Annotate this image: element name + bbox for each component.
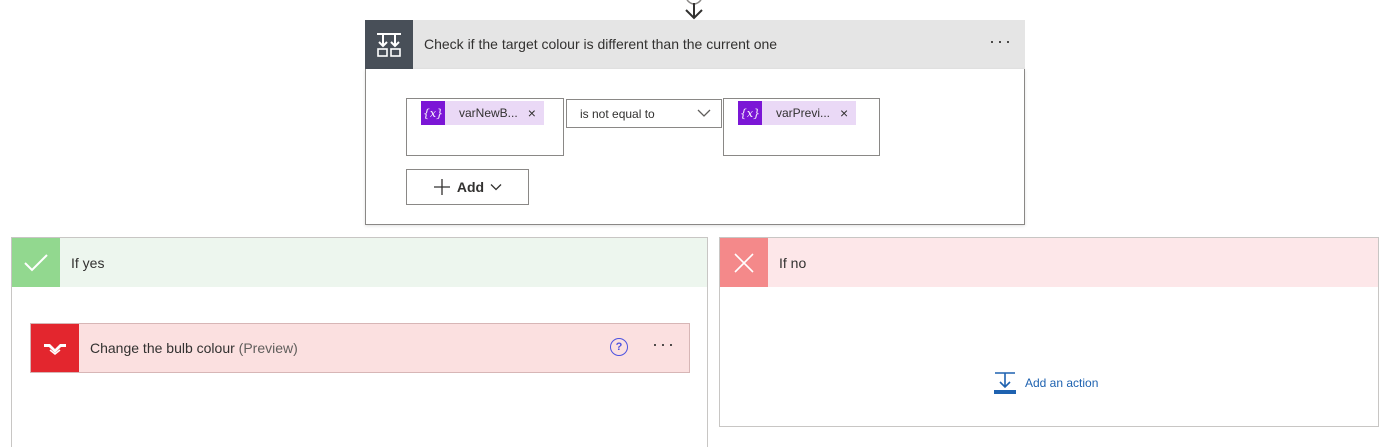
chevron-down-icon (697, 106, 711, 123)
close-icon (720, 238, 768, 287)
action-title-text: Change the bulb colour (90, 340, 235, 356)
variable-icon: {x} (738, 101, 762, 125)
right-operand-field[interactable]: {x} varPrevi... × (723, 98, 880, 156)
branch-no-header[interactable]: If no (720, 238, 1378, 287)
branch-yes-header[interactable]: If yes (12, 238, 707, 287)
add-action-icon (994, 372, 1016, 394)
branch-no-title: If no (779, 255, 807, 271)
arrow-down-icon (680, 0, 708, 20)
operator-value: is not equal to (580, 107, 655, 121)
variable-icon: {x} (421, 101, 445, 125)
yeelight-logo-icon (31, 324, 79, 372)
action-title: Change the bulb colour (Preview) (90, 340, 298, 356)
add-an-action-link[interactable]: Add an action (993, 371, 1098, 395)
add-row-button[interactable]: Add (406, 169, 529, 205)
remove-token-icon[interactable]: × (836, 105, 856, 121)
condition-card: Check if the target colour is different … (365, 20, 1025, 225)
variable-token-label: varPrevi... (776, 106, 831, 120)
variable-token-label: varNewB... (459, 106, 518, 120)
more-options-icon[interactable]: ··· (989, 31, 1013, 52)
condition-icon (365, 20, 413, 69)
action-preview-tag: (Preview) (238, 340, 298, 356)
add-an-action-label: Add an action (1025, 376, 1099, 390)
condition-header[interactable]: Check if the target colour is different … (365, 20, 1025, 69)
operator-select[interactable]: is not equal to (566, 99, 722, 128)
branch-yes-title: If yes (71, 255, 105, 271)
checkmark-icon (12, 238, 60, 287)
chevron-down-icon (490, 184, 502, 191)
remove-token-icon[interactable]: × (524, 105, 544, 121)
more-options-icon[interactable]: ··· (652, 334, 676, 355)
plus-icon (433, 179, 450, 195)
condition-body: {x} varNewB... × is not equal to {x} var… (365, 69, 1025, 225)
branch-if-yes: If yes Change the bulb colour (Preview) … (11, 237, 708, 447)
variable-token-right[interactable]: {x} varPrevi... × (738, 101, 857, 125)
variable-token-left[interactable]: {x} varNewB... × (421, 101, 544, 125)
condition-title: Check if the target colour is different … (424, 36, 778, 52)
action-card[interactable]: Change the bulb colour (Preview) ? ··· (30, 323, 690, 373)
help-icon[interactable]: ? (610, 338, 628, 356)
left-operand-field[interactable]: {x} varNewB... × (406, 98, 564, 156)
branch-if-no: If no Add an action (719, 237, 1379, 427)
add-button-label: Add (456, 179, 485, 195)
